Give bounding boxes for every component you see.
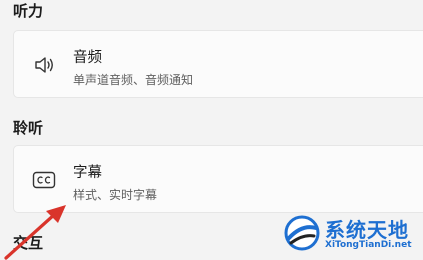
watermark-url: XiTongTianDi.net: [325, 240, 412, 250]
watermark-logo-icon: [284, 215, 320, 251]
watermark-text: 系统天地: [325, 218, 409, 242]
watermark: 系统天地 XiTongTianDi.net: [283, 212, 419, 256]
